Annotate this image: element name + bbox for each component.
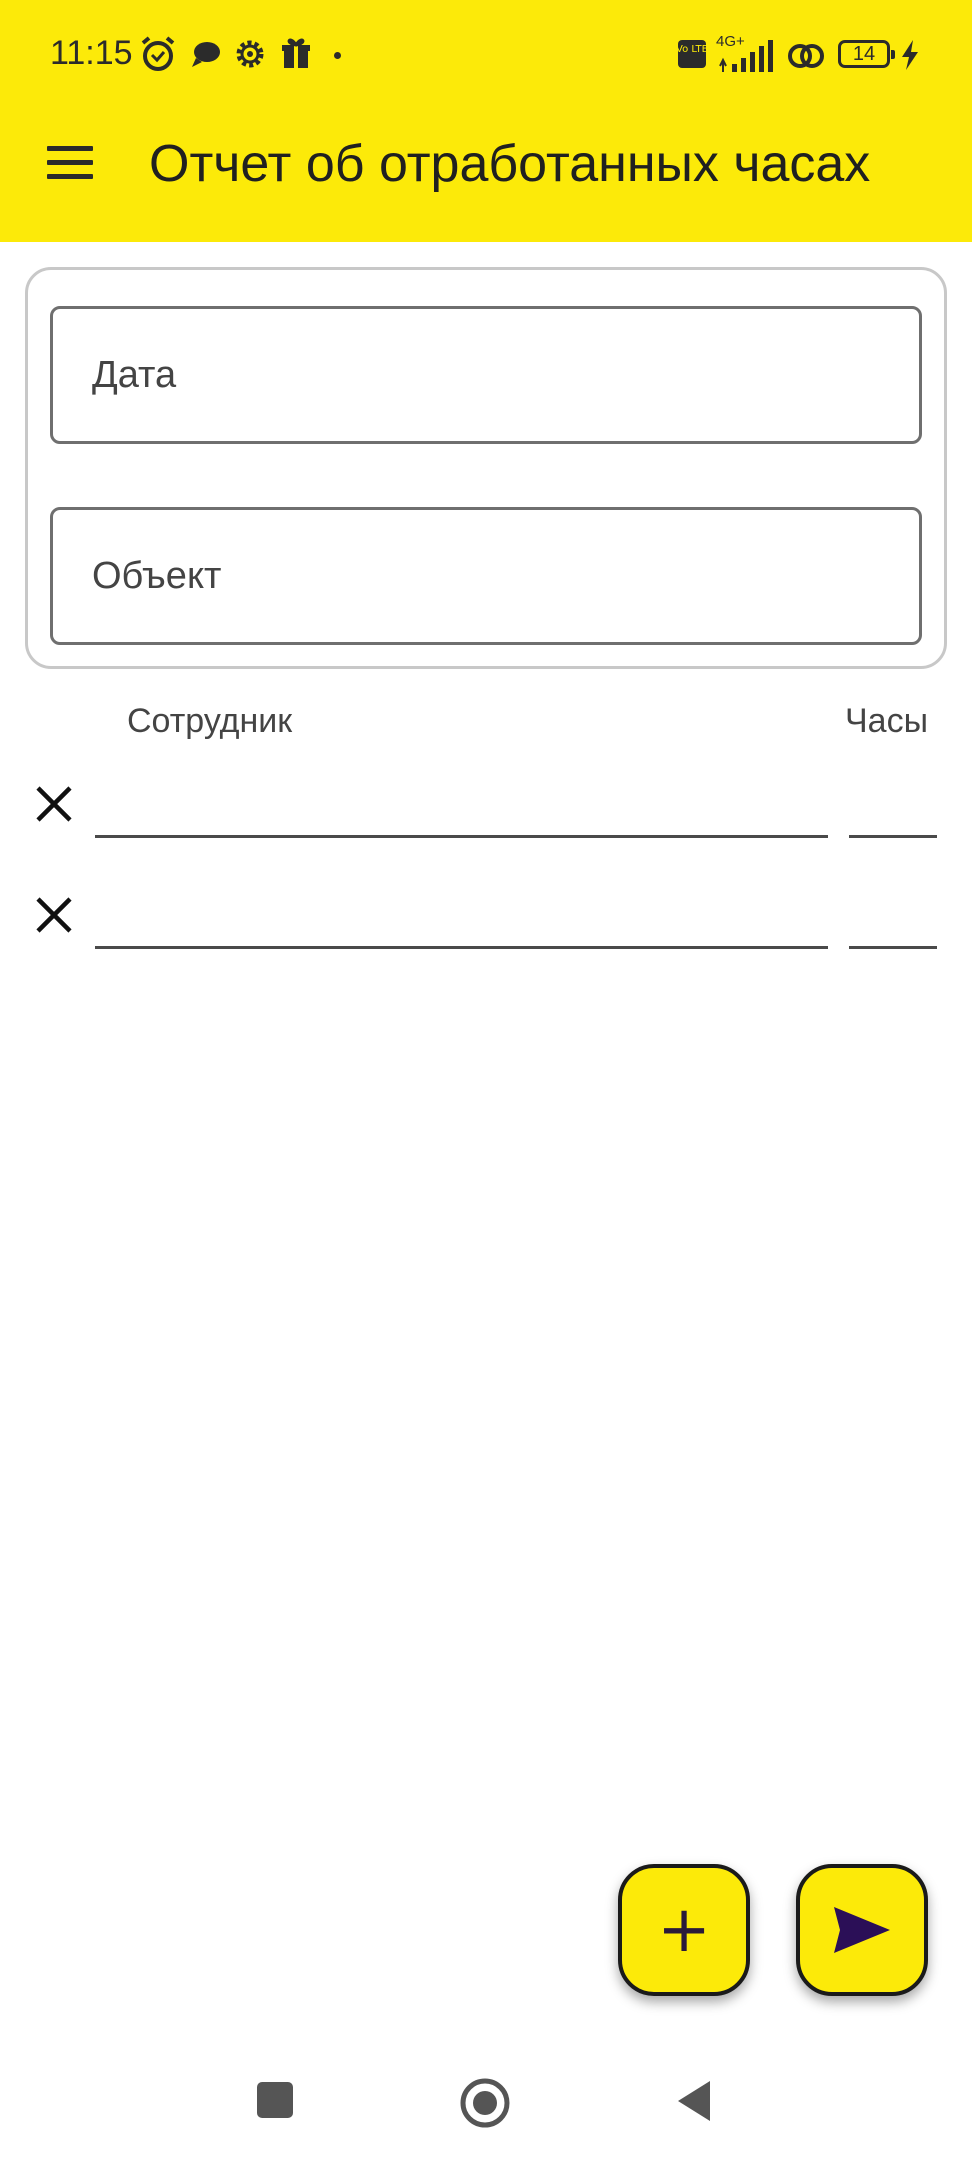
remove-row-icon[interactable] <box>30 891 78 939</box>
hours-input[interactable] <box>849 835 937 838</box>
gear-icon <box>236 40 264 68</box>
recents-icon[interactable] <box>255 2080 295 2120</box>
employee-input[interactable] <box>95 946 828 949</box>
object-field-label: Объект <box>92 554 222 597</box>
battery-icon: 14 <box>838 40 895 68</box>
chat-bubble-icon <box>192 42 220 67</box>
date-field[interactable]: Дата <box>50 306 922 444</box>
home-icon[interactable] <box>458 2076 512 2130</box>
status-time: 11:15 <box>50 34 133 72</box>
app-bar: 11:15 Vo LTE 4G+ 14 Отчет об отработанны… <box>0 0 972 242</box>
send-icon <box>834 1907 890 1953</box>
hours-column-header: Часы <box>845 702 929 740</box>
charging-icon <box>902 40 918 70</box>
employee-input[interactable] <box>95 835 828 838</box>
hours-input[interactable] <box>849 946 937 949</box>
object-field[interactable]: Объект <box>50 507 922 645</box>
menu-button[interactable] <box>30 130 110 194</box>
menu-icon-bar <box>47 173 93 179</box>
notification-dot <box>334 52 341 59</box>
status-bar: 11:15 Vo LTE 4G+ 14 <box>0 0 972 110</box>
employee-column-header: Сотрудник <box>127 702 293 740</box>
date-field-label: Дата <box>92 353 177 396</box>
menu-icon-bar <box>47 145 93 151</box>
add-row-button[interactable]: + <box>618 1864 750 1996</box>
send-button[interactable] <box>796 1864 928 1996</box>
alarm-icon <box>141 36 175 71</box>
table-row <box>0 873 972 963</box>
plus-icon: + <box>657 1893 711 1967</box>
system-nav-bar <box>0 2060 972 2160</box>
page-title: Отчет об отработанных часах <box>149 135 871 193</box>
volte-text: Vo LTE <box>676 44 708 55</box>
back-icon[interactable] <box>674 2078 714 2124</box>
link-icon <box>788 44 824 68</box>
table-row <box>0 762 972 852</box>
gift-icon <box>282 38 310 68</box>
battery-level: 14 <box>852 43 876 65</box>
signal-icon <box>719 40 773 72</box>
menu-icon-bar <box>47 159 93 165</box>
volte-icon: Vo LTE <box>676 40 708 68</box>
remove-row-icon[interactable] <box>30 780 78 828</box>
